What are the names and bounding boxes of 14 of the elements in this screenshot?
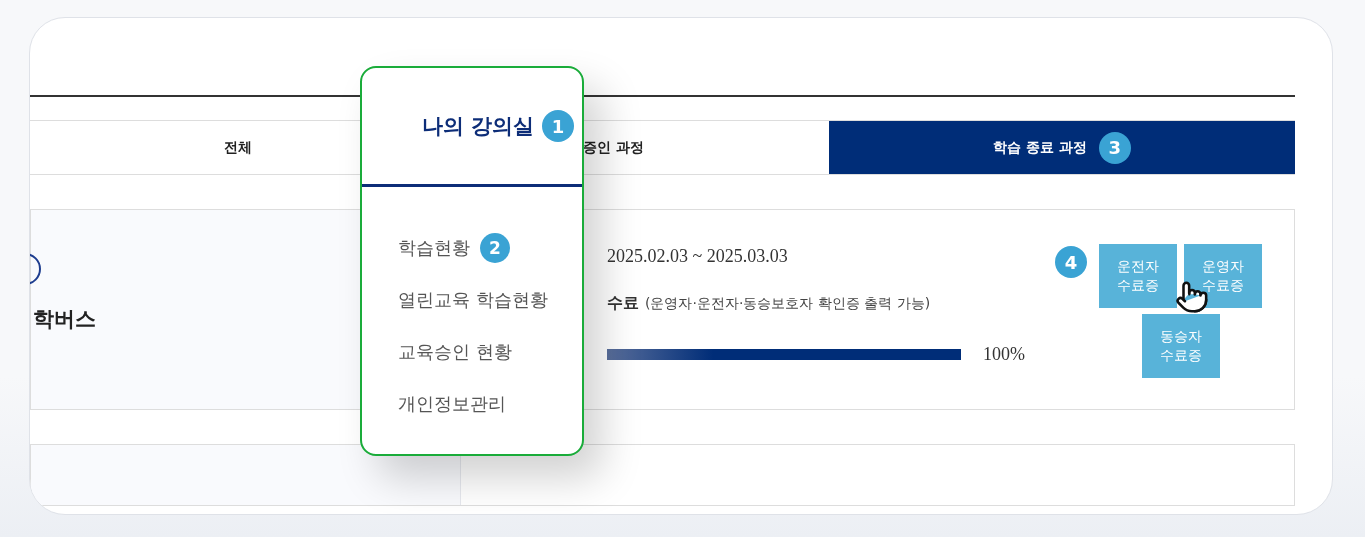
- course-period: 2025.02.03 ~ 2025.03.03: [607, 246, 789, 267]
- menu-item[interactable]: 열린교육 학습현황: [398, 285, 582, 315]
- menu-item[interactable]: 학습현황 2: [398, 233, 582, 263]
- course-title: 학버스: [33, 306, 97, 333]
- step-badge: 4: [1055, 246, 1087, 278]
- menu-item[interactable]: 개인정보관리: [398, 389, 582, 419]
- status-label: 수료: [607, 293, 639, 314]
- step-badge: 2: [480, 233, 510, 263]
- step-badge: 1: [542, 110, 574, 142]
- progress-reading: 100%: [983, 344, 1025, 365]
- step-badge: 3: [1098, 131, 1131, 164]
- status-note: (운영자·운전자·동승보호자 확인증 출력 가능): [645, 295, 931, 313]
- menu-item[interactable]: 교육승인 현황: [398, 337, 582, 367]
- course-tab[interactable]: 학습 종료 과정 3: [829, 121, 1295, 174]
